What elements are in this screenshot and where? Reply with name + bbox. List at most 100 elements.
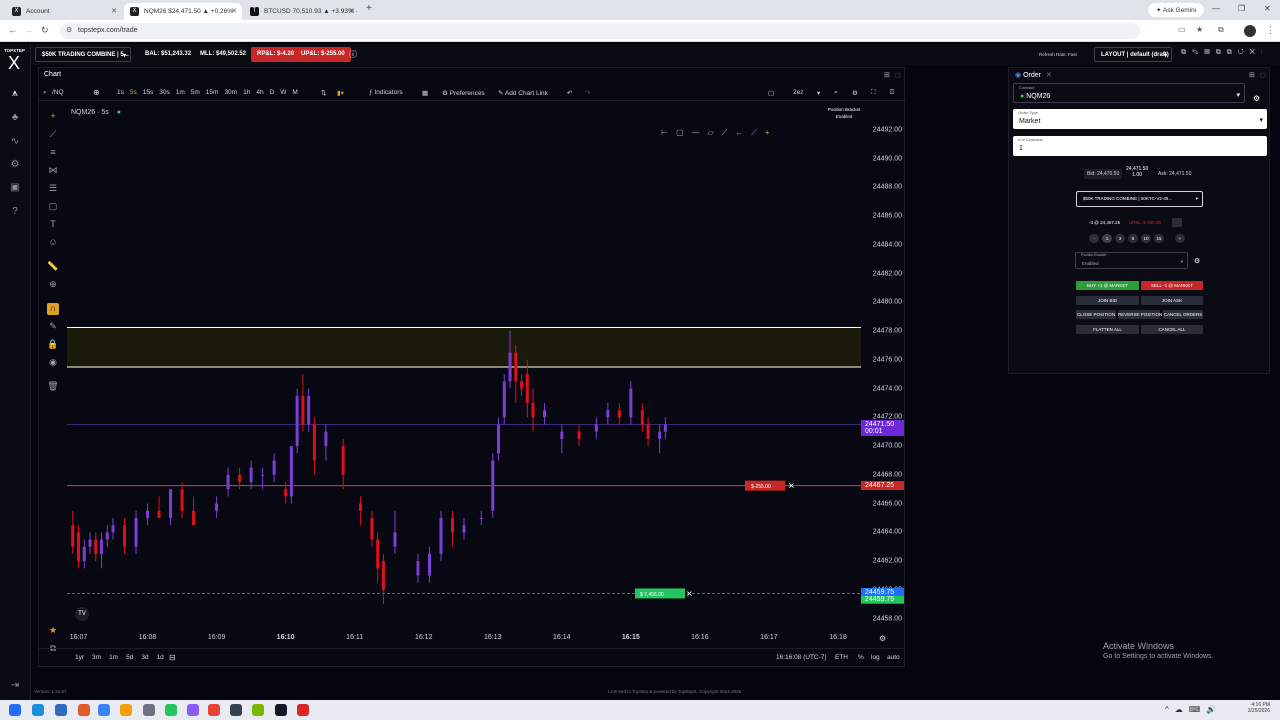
ask-price[interactable]: Ask: 24,471.50 bbox=[1155, 169, 1194, 179]
ask-gemini-button[interactable]: ✦ Ask Gemini bbox=[1148, 3, 1205, 17]
add-compare-icon[interactable]: ⊕ bbox=[93, 88, 100, 97]
price-axis[interactable]: 24492.00 24490.00 24488.00 24486.00 24484.00… bbox=[861, 101, 906, 633]
chart-plot-area[interactable]: $-255.00 ✕ $ 7,456.00 ✕ NQM26 · 5s ● ⊢ ▢ — … bbox=[67, 101, 861, 633]
buy-market-button[interactable]: BUY +1 @ MARKET bbox=[1076, 281, 1139, 290]
bid-price[interactable]: Bid: 24,470.50 bbox=[1084, 169, 1123, 179]
magnet-tool-icon[interactable]: ∩ bbox=[47, 303, 59, 315]
chevron-down-icon[interactable]: ▾ bbox=[817, 89, 820, 97]
timeframe-15m[interactable]: 15m bbox=[206, 89, 219, 96]
bookmark-star-icon[interactable]: ★ bbox=[1196, 25, 1203, 34]
axis-settings-icon[interactable]: ⚙ bbox=[879, 634, 886, 643]
panel-close-icon[interactable]: ◻ bbox=[1260, 71, 1266, 79]
path-icon[interactable]: ⟋ bbox=[751, 128, 757, 142]
add-chart-link-button[interactable]: ✎ Add Chart Link bbox=[498, 89, 548, 97]
spotify-icon[interactable] bbox=[165, 704, 177, 716]
chrome-icon[interactable] bbox=[208, 704, 220, 716]
minimize-window-icon[interactable]: — bbox=[1212, 4, 1220, 13]
trade-nav-icon[interactable]: ⩚ bbox=[7, 88, 23, 102]
forward-icon[interactable]: → bbox=[24, 25, 33, 35]
trash-tool-icon[interactable]: 🗑 bbox=[47, 381, 59, 393]
bracket-settings-icon[interactable]: ⚙ bbox=[1194, 257, 1200, 265]
order-account-selector[interactable]: $50K TRADING COMBINE | 50KTC-V2-45... ▾ bbox=[1076, 191, 1203, 207]
goto-date-icon[interactable]: ⊟ bbox=[169, 653, 176, 662]
layout-selector[interactable]: LAYOUT | default (draft) ▾ bbox=[1094, 47, 1172, 62]
cancel-orders-button[interactable]: CANCEL ORDERS bbox=[1163, 310, 1203, 319]
qty-decrement-button[interactable]: - bbox=[1089, 234, 1099, 243]
close-icon[interactable]: ✕ bbox=[686, 589, 693, 598]
visibility-tool-icon[interactable]: ◉ bbox=[47, 357, 59, 369]
expand-icon[interactable]: ⛶ bbox=[871, 89, 876, 97]
timeframe-4h[interactable]: 4h bbox=[256, 89, 263, 96]
close-icon[interactable]: ✕ bbox=[1046, 72, 1052, 79]
panel-expand-icon[interactable]: ⊞ bbox=[1249, 71, 1255, 79]
search-icon[interactable]: ⌕ bbox=[43, 89, 47, 97]
community-nav-icon[interactable]: ♣ bbox=[7, 112, 23, 126]
ray-icon[interactable]: ⟋ bbox=[722, 128, 728, 142]
bracket-select[interactable]: Position Bracket Enabled ▾ bbox=[1075, 252, 1188, 269]
icon-tool-icon[interactable]: ☺ bbox=[47, 237, 59, 249]
range-button-1d[interactable]: 1d bbox=[157, 654, 164, 661]
pitchfork-tool-icon[interactable]: ⋈ bbox=[47, 165, 59, 177]
layout-action-icons[interactable]: ⧉✎▤⧉⧉↺✕⋮ bbox=[1181, 49, 1269, 57]
timeframe-W[interactable]: W bbox=[280, 89, 286, 96]
timeframe-1s[interactable]: 1s bbox=[117, 89, 124, 96]
percent-scale-button[interactable]: % bbox=[858, 654, 864, 661]
templates-icon[interactable]: ▦ bbox=[422, 89, 428, 97]
ruler-tool-icon[interactable]: 📏 bbox=[47, 261, 59, 273]
site-info-icon[interactable]: ⚙ bbox=[66, 26, 72, 34]
app-icon[interactable] bbox=[297, 704, 309, 716]
install-app-icon[interactable]: ▭ bbox=[1178, 25, 1186, 34]
fullscreen-box-icon[interactable]: ▢ bbox=[768, 89, 774, 97]
favorites-star-icon[interactable]: ★ bbox=[47, 625, 59, 637]
crosshair-tool-icon[interactable]: + bbox=[47, 111, 59, 123]
contracts-input[interactable]: # of Contracts 1 bbox=[1013, 136, 1267, 156]
candles-icon[interactable]: ▮▾ bbox=[337, 89, 344, 97]
zoom-tool-icon[interactable]: ⊕ bbox=[47, 279, 59, 291]
tab-close-icon[interactable]: ✕ bbox=[231, 7, 237, 15]
tab-close-icon[interactable]: ✕ bbox=[349, 7, 355, 15]
zoom-icon[interactable]: ⌕ bbox=[834, 89, 838, 97]
qty-increment-button[interactable]: + bbox=[1175, 234, 1185, 243]
profile-avatar[interactable] bbox=[1244, 25, 1256, 37]
timeframe-1m[interactable]: 1m bbox=[176, 89, 185, 96]
discord-icon[interactable] bbox=[187, 704, 199, 716]
preferences-button[interactable]: ⚙ Preferences bbox=[442, 89, 485, 97]
symbol-search[interactable]: /NQ bbox=[52, 89, 64, 96]
settings-nav-icon[interactable]: ⚙ bbox=[7, 159, 23, 173]
browser-tab-nqm26[interactable]: X NQM26 $24,471.50 ▲ +0.26% ✕ bbox=[124, 3, 242, 20]
files-icon[interactable] bbox=[120, 704, 132, 716]
range-button-3d[interactable]: 3d bbox=[141, 654, 148, 661]
rectangle-tool-icon[interactable]: ▢ bbox=[47, 201, 59, 213]
back-icon[interactable]: ← bbox=[8, 25, 17, 35]
browser-tab-btcusd[interactable]: T BTCUSD 70,510.93 ▲ +3.93% · ✕ bbox=[244, 3, 360, 20]
tab-close-icon[interactable]: ✕ bbox=[111, 7, 117, 15]
timeframe-1h[interactable]: 1h bbox=[243, 89, 250, 96]
sell-market-button[interactable]: SELL -1 @ MARKET bbox=[1141, 281, 1203, 290]
calculator-icon[interactable] bbox=[143, 704, 155, 716]
nvidia-icon[interactable] bbox=[252, 704, 264, 716]
panel-expand-icon[interactable]: ⊞ bbox=[884, 71, 890, 79]
redo-icon[interactable]: ↷ bbox=[585, 89, 590, 97]
account-selector[interactable]: $50K TRADING COMBINE | 5... ▾ bbox=[35, 47, 131, 62]
close-window-icon[interactable]: ✕ bbox=[1264, 4, 1271, 13]
info-icon[interactable]: ⓘ bbox=[349, 49, 357, 60]
text-tool-icon[interactable]: T bbox=[47, 219, 59, 231]
flatten-all-button[interactable]: FLATTEN ALL bbox=[1076, 325, 1139, 334]
qty-preset-button[interactable]: 1 bbox=[1102, 234, 1112, 243]
office-icon[interactable] bbox=[78, 704, 90, 716]
session-label[interactable]: ETH bbox=[835, 654, 848, 661]
timeframe-30s[interactable]: 30s bbox=[159, 89, 169, 96]
timeframe-M[interactable]: M bbox=[292, 89, 297, 96]
trend-tool-icon[interactable]: ⊢ bbox=[661, 128, 668, 142]
range-button-5d[interactable]: 5d bbox=[126, 654, 133, 661]
timeframe-30m[interactable]: 30m bbox=[224, 89, 237, 96]
store-icon[interactable] bbox=[55, 704, 67, 716]
line-icon[interactable]: — bbox=[692, 128, 700, 142]
github-icon[interactable] bbox=[230, 704, 242, 716]
hline-tool-icon[interactable]: ≡ bbox=[47, 147, 59, 159]
extensions-icon[interactable]: ⧉ bbox=[1218, 25, 1224, 35]
position-bracket-indicator[interactable]: Position Bracket Enabled bbox=[819, 106, 869, 120]
position-action-button[interactable] bbox=[1172, 218, 1182, 227]
range-button-1yr[interactable]: 1yr bbox=[75, 654, 84, 661]
brand-logo[interactable]: X bbox=[8, 53, 20, 74]
